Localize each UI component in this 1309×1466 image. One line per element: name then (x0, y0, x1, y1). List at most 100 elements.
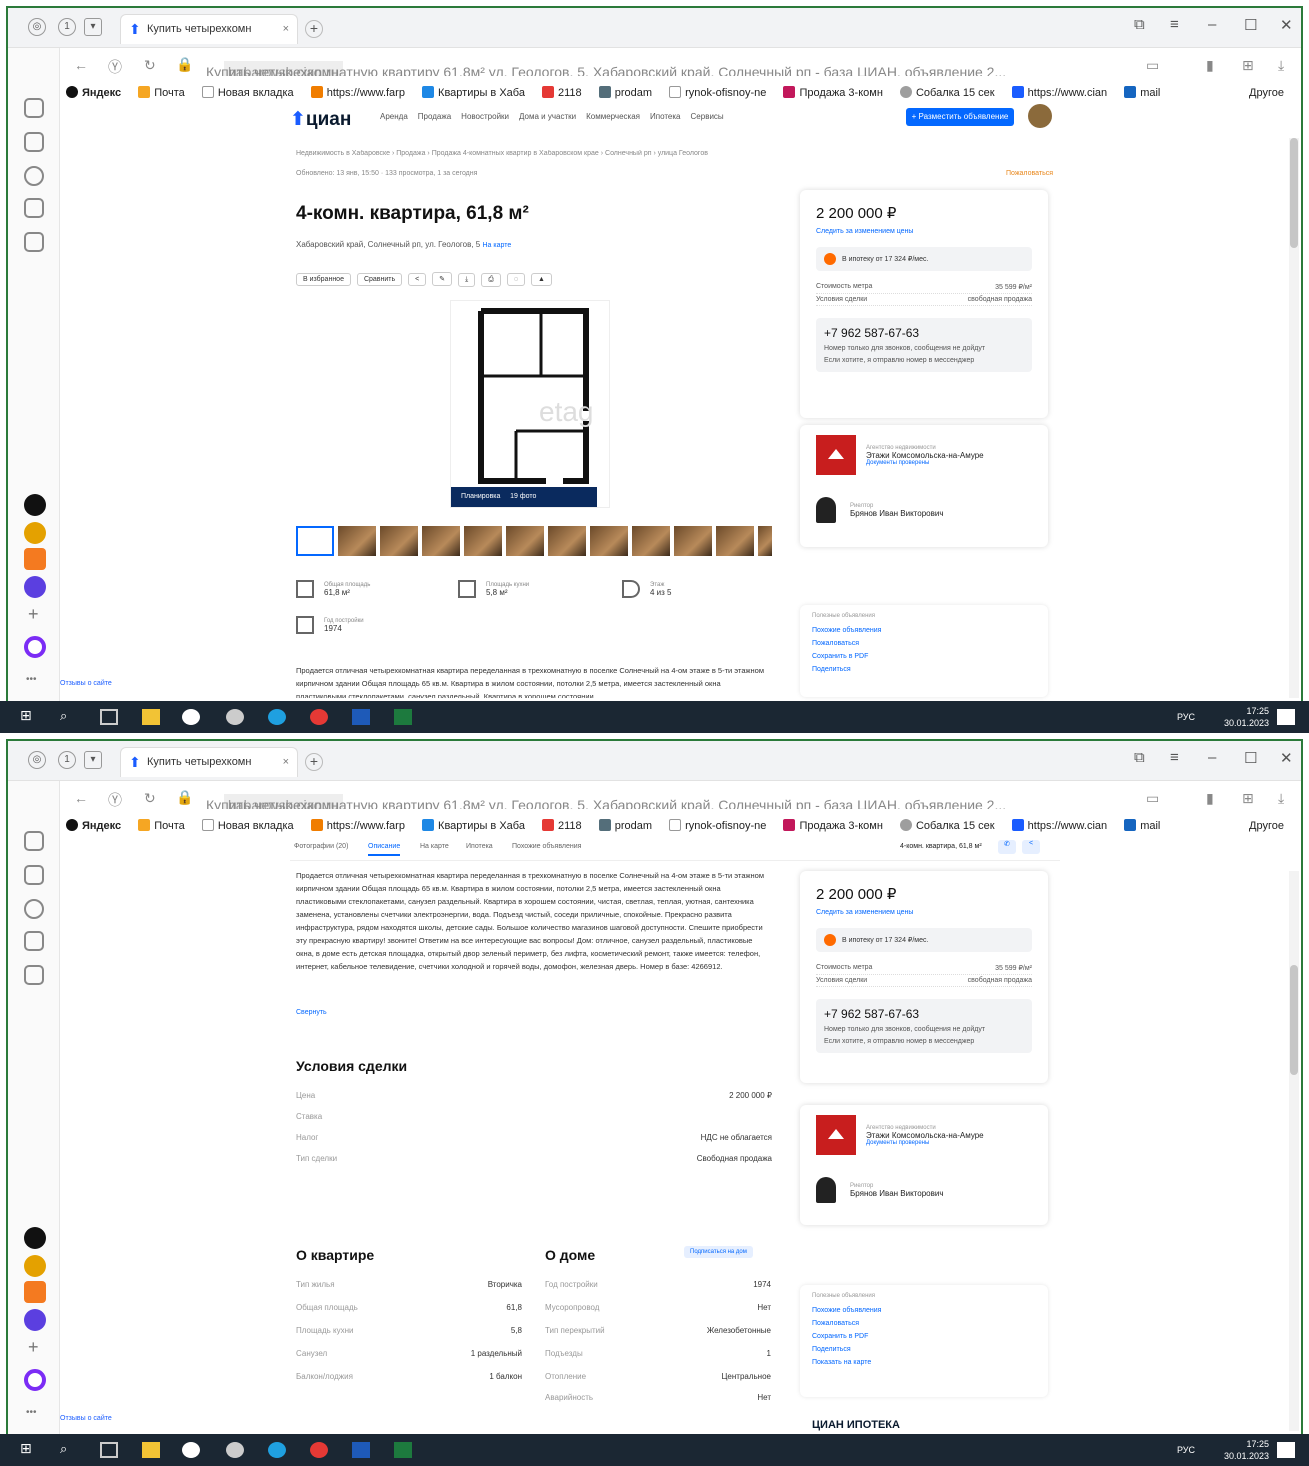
extensions-icon[interactable]: ⊞ (1242, 790, 1254, 807)
note-icon[interactable]: ✎ (432, 272, 453, 286)
nav-item[interactable]: Новостройки (461, 112, 509, 121)
app-icon[interactable] (24, 1255, 46, 1277)
download-icon[interactable]: ⤓ (1278, 57, 1284, 74)
minimize-icon[interactable]: – (1208, 16, 1216, 33)
add-app-icon[interactable]: + (28, 1337, 39, 1358)
mortgage-offer[interactable]: В ипотеку от 17 324 ₽/мес. (816, 247, 1032, 271)
edge-icon[interactable] (268, 1442, 286, 1458)
extensions-icon[interactable]: ⊞ (1242, 57, 1254, 74)
site-feedback-link[interactable]: Отзывы о сайте (60, 1415, 112, 1422)
bookmark-item[interactable]: Почта (138, 813, 185, 839)
scrollbar[interactable] (1289, 871, 1299, 1431)
breadcrumb[interactable]: Недвижимость в Хабаровске › Продажа › Пр… (296, 150, 776, 157)
listing-address[interactable]: Хабаровский край, Солнечный рп, ул. Геол… (296, 240, 511, 249)
language-indicator[interactable]: РУС (1177, 1444, 1195, 1456)
menu-icon[interactable]: ≡ (1170, 749, 1179, 766)
nav-item[interactable]: Аренда (380, 112, 408, 121)
excel-icon[interactable] (394, 1442, 412, 1458)
complain-link[interactable]: Пожаловаться (1006, 170, 1053, 177)
system-tray[interactable]: РУС 17:25 30.01.2023 (1177, 1438, 1269, 1462)
system-tray[interactable]: РУС 17:25 30.01.2023 (1177, 705, 1269, 729)
agency-name[interactable]: Этажи Комсомольска-на-Амуре (866, 1131, 984, 1140)
agent-row[interactable]: Риелтор Брянов Иван Викторович (816, 497, 1032, 523)
close-window-icon[interactable]: ✕ (1280, 16, 1293, 34)
app-icon[interactable] (24, 1281, 46, 1303)
mortgage-offer[interactable]: В ипотеку от 17 324 ₽/мес. (816, 928, 1032, 952)
thumbnail[interactable] (548, 526, 586, 556)
thumbnail[interactable] (590, 526, 628, 556)
tab-description[interactable]: Описание (368, 843, 401, 856)
explorer-icon[interactable] (142, 709, 160, 725)
bookmark-item[interactable]: Квартиры в Хаба (422, 813, 525, 839)
browser-tab[interactable]: ⬆ Купить четырехкомн × (120, 14, 298, 44)
plan-button[interactable]: Планировка (461, 493, 500, 500)
watch-price-link[interactable]: Следить за изменением цены (816, 228, 1032, 235)
bookmark-item[interactable]: Продажа 3-комн (783, 80, 883, 106)
cian-logo[interactable]: ⬆циан (290, 108, 351, 131)
bookmark-item[interactable]: Яндекс (66, 80, 121, 106)
bookmark-item[interactable]: https://www.farp (310, 813, 405, 839)
agency-row[interactable]: Агентство недвижимости Этажи Комсомольска… (816, 1115, 1032, 1155)
alice-voice-icon[interactable] (24, 1369, 46, 1391)
subscribe-house-button[interactable]: Подписаться на дом (684, 1246, 753, 1258)
excel-icon[interactable] (394, 709, 412, 725)
phone-number[interactable]: +7 962 587-67-63 (824, 1007, 919, 1021)
start-icon[interactable]: ⊞ (20, 707, 38, 723)
play-icon[interactable] (24, 166, 44, 186)
notes-icon[interactable] (24, 931, 44, 951)
word-icon[interactable] (352, 709, 370, 725)
alice-icon[interactable] (24, 494, 46, 516)
explorer-icon[interactable] (142, 1442, 160, 1458)
collections-icon[interactable]: ▾ (84, 751, 102, 769)
tabs-icon[interactable]: 1 (58, 751, 76, 769)
avatar[interactable] (1028, 104, 1052, 128)
action-link[interactable]: Похожие объявления (812, 1307, 1036, 1314)
collections-icon[interactable] (24, 132, 44, 152)
photos-button[interactable]: 19 фото (510, 493, 536, 500)
download-icon[interactable]: ⤓ (1278, 790, 1284, 807)
play-icon[interactable] (24, 899, 44, 919)
share-icon[interactable]: < (1022, 840, 1040, 854)
browser-tab[interactable]: ⬆ Купить четырехкомн × (120, 747, 298, 777)
yandex-browser-icon[interactable] (182, 709, 200, 725)
bookmark-other[interactable]: Другое (1249, 80, 1284, 106)
messenger-icon[interactable] (24, 576, 46, 598)
thumbnail[interactable] (422, 526, 460, 556)
bookmark-item[interactable]: https://www.cian (1011, 80, 1107, 106)
bookmark-item[interactable]: 2118 (542, 813, 582, 839)
app-icon[interactable] (226, 709, 244, 725)
action-link[interactable]: Пожаловаться (812, 640, 1036, 647)
print-icon[interactable]: ⎙ (481, 273, 501, 287)
more-icon[interactable]: ••• (26, 1407, 37, 1418)
menu-icon[interactable]: ≡ (1170, 16, 1179, 33)
messenger-icon[interactable] (24, 1309, 46, 1331)
reload-icon[interactable]: ↻ (144, 57, 156, 74)
action-link[interactable]: Поделиться (812, 666, 1036, 673)
bookmark-icon[interactable]: ⧉ (1134, 749, 1145, 766)
agent-row[interactable]: Риелтор Брянов Иван Викторович (816, 1177, 1032, 1203)
phone-block[interactable]: +7 962 587-67-63 Номер только для звонков… (816, 318, 1032, 372)
edge-icon[interactable] (268, 709, 286, 725)
reader-icon[interactable]: ▭ (1146, 790, 1159, 807)
search-icon[interactable]: ⌕ (60, 708, 78, 724)
back-icon[interactable]: ← (74, 57, 88, 73)
alice-icon[interactable] (24, 1227, 46, 1249)
bookmark-item[interactable]: Собалка 15 сек (899, 80, 995, 106)
agency-name[interactable]: Этажи Комсомольска-на-Амуре (866, 451, 984, 460)
bookmark-item[interactable]: prodam (598, 813, 652, 839)
screenshot-icon[interactable] (24, 965, 44, 985)
yandex-icon[interactable]: Ⓨ (108, 790, 122, 810)
tab-photos[interactable]: Фотографии (20) (294, 843, 348, 850)
yandex-icon[interactable] (310, 1442, 328, 1458)
post-ad-button[interactable]: + Разместить объявление (906, 108, 1014, 126)
add-app-icon[interactable]: + (28, 604, 39, 625)
thumbnail[interactable] (506, 526, 544, 556)
hide-icon[interactable]: ◌ (506, 273, 526, 286)
phone-number[interactable]: +7 962 587-67-63 (824, 326, 919, 340)
bookmark-star-icon[interactable]: ▮ (1206, 57, 1214, 74)
bookmark-other[interactable]: Другое (1249, 813, 1284, 839)
agent-name[interactable]: Брянов Иван Викторович (850, 509, 943, 518)
url-field[interactable]: habarovsk.cian.ru Купить четырехкомнатную… (206, 54, 1206, 76)
start-icon[interactable]: ⊞ (20, 1440, 38, 1456)
action-link[interactable]: Сохранить в PDF (812, 653, 1036, 660)
